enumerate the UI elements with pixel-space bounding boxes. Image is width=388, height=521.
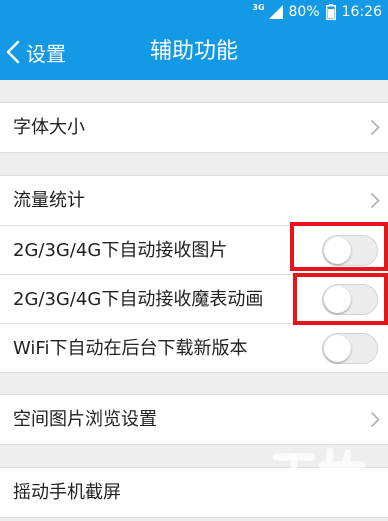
status-indicators: 3G 80% 16:26 <box>252 3 382 21</box>
toggle-knob <box>324 335 351 362</box>
nav-bar: 设置 辅助功能 <box>0 24 388 80</box>
chevron-right-icon <box>370 411 380 428</box>
setting-photo-browse[interactable]: 空间图片浏览设置 <box>0 395 388 444</box>
setting-font-size[interactable]: 字体大小 <box>0 103 388 152</box>
network-type: 3G <box>252 3 265 12</box>
setting-label: WiFi下自动在后台下载新版本 <box>13 338 248 359</box>
battery-icon <box>325 4 336 20</box>
setting-label: 摇动手机截屏 <box>13 482 121 503</box>
highlight-box <box>293 273 388 325</box>
setting-traffic-stats[interactable]: 流量统计 <box>0 176 388 225</box>
setting-label: 空间图片浏览设置 <box>13 409 157 430</box>
chevron-right-icon <box>370 192 380 209</box>
setting-label: 流量统计 <box>13 190 85 211</box>
page-title: 辅助功能 <box>149 39 238 64</box>
setting-label: 字体大小 <box>13 117 85 138</box>
setting-wifi-auto-download: WiFi下自动在后台下载新版本 <box>0 323 388 372</box>
settings-group-font: 字体大小 <box>0 102 388 153</box>
setting-label: 2G/3G/4G下自动接收魔表动画 <box>13 289 264 310</box>
battery-percent: 80% <box>288 4 320 20</box>
status-bar: 3G 80% 16:26 <box>0 0 388 24</box>
settings-group-photos: 空间图片浏览设置 <box>0 394 388 445</box>
wifi-auto-download-toggle[interactable] <box>322 333 378 364</box>
highlight-box <box>290 222 388 271</box>
chevron-right-icon <box>370 119 380 136</box>
signal-icon <box>268 5 283 19</box>
clock: 16:26 <box>341 4 382 20</box>
setting-label: 2G/3G/4G下自动接收图片 <box>13 240 228 261</box>
watermark-logo <box>272 447 366 505</box>
